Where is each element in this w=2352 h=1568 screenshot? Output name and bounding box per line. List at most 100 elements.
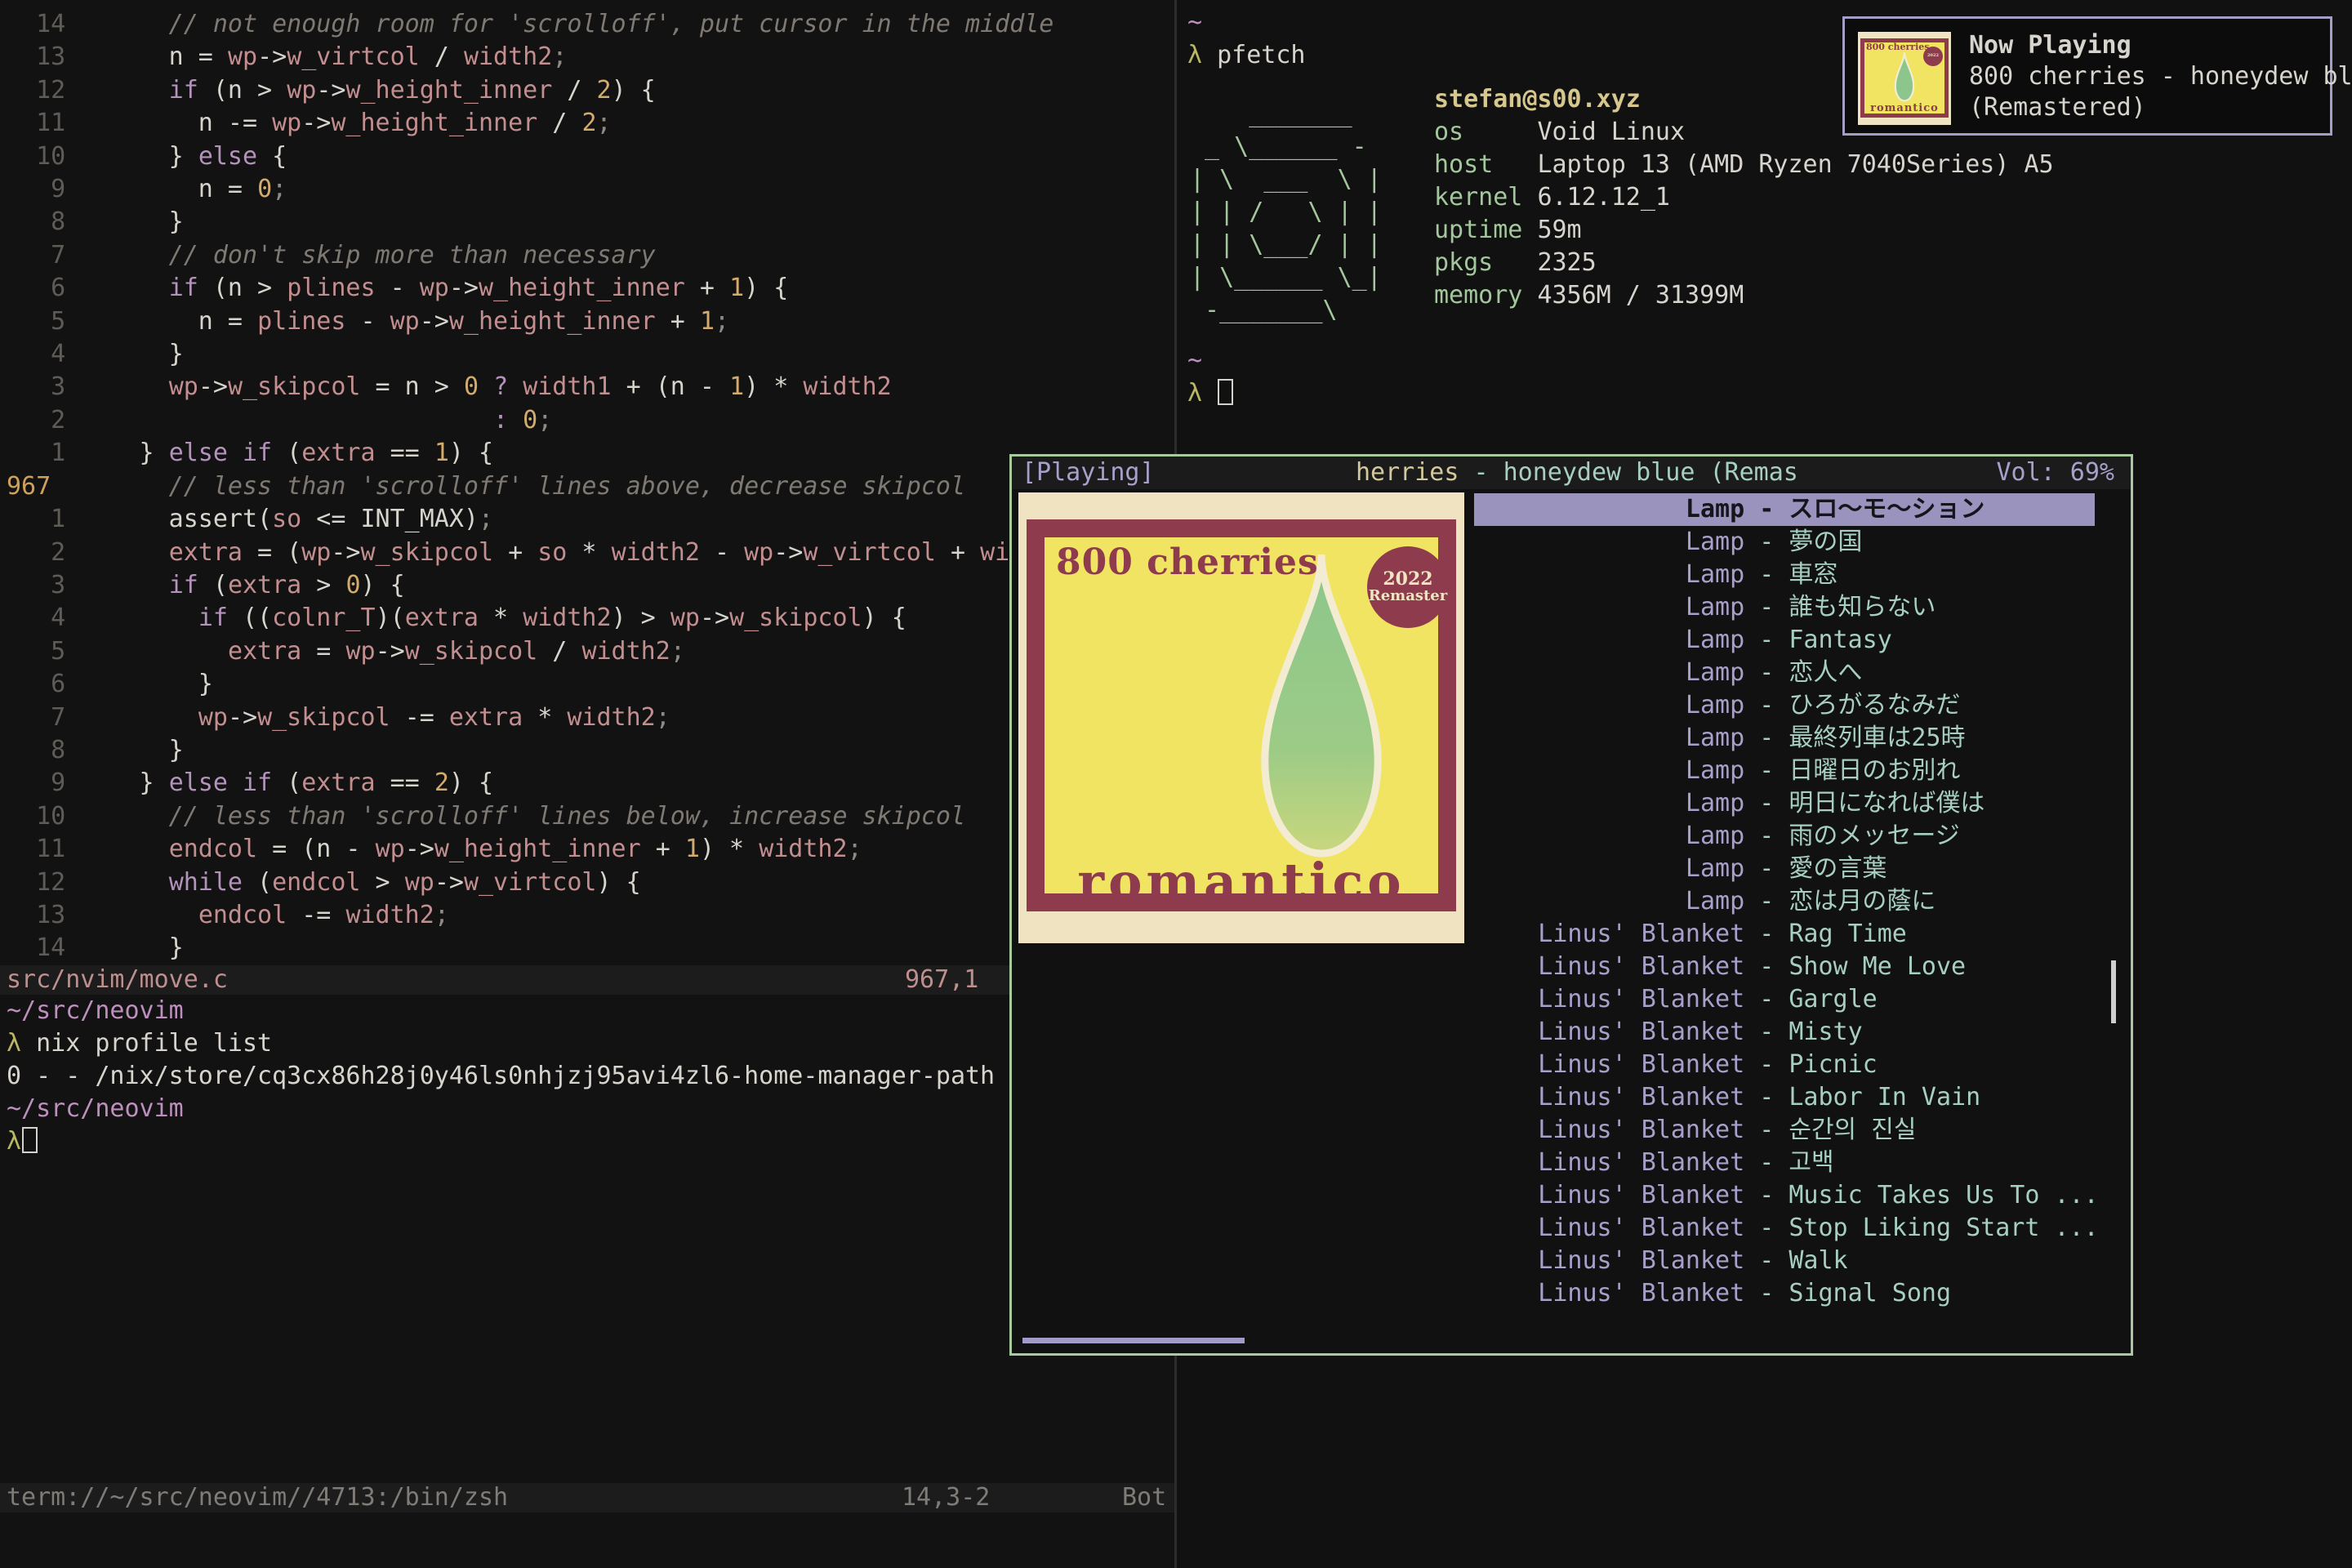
player-progress-bar[interactable] xyxy=(1022,1338,1245,1343)
pfetch-info-row: kernel 6.12.12_1 xyxy=(1434,181,2054,214)
playlist-row[interactable]: Linus' Blanket - 순간의 진실 xyxy=(1464,1114,2099,1147)
teardrop-icon xyxy=(1891,51,1918,102)
terminal-line[interactable]: λ xyxy=(7,1125,995,1158)
playlist-row[interactable]: Lamp - 誰も知らない xyxy=(1464,591,2099,624)
playlist-row[interactable]: Lamp - 車窓 xyxy=(1464,559,2099,591)
terminal-statusline: term://~/src/neovim//4713:/bin/zsh 14,3-… xyxy=(0,1483,1174,1512)
line-number: 10 xyxy=(7,802,80,831)
pfetch-info-row: pkgs 2325 xyxy=(1434,247,2054,279)
playlist-row[interactable]: Lamp - 日曜日のお別れ xyxy=(1464,755,2099,787)
code-line: 5 extra = wp->w_skipcol / width2; xyxy=(7,635,1054,668)
line-number: 1 xyxy=(7,439,80,467)
pfetch-command: pfetch xyxy=(1217,41,1305,69)
line-number: 9 xyxy=(7,768,80,797)
line-number: 8 xyxy=(7,207,80,236)
code-line: 6 if (n > plines - wp->w_height_inner + … xyxy=(7,272,1054,305)
code-line: 14 // not enough room for 'scrolloff', p… xyxy=(7,8,1054,41)
playlist-row[interactable]: Lamp - 夢の国 xyxy=(1464,526,2099,559)
prompt-lambda: λ xyxy=(1187,379,1202,408)
pfetch-info-row: host Laptop 13 (AMD Ryzen 7040Series) A5 xyxy=(1434,149,2054,181)
playlist-scrollbar[interactable] xyxy=(2111,960,2116,1023)
playlist-row[interactable]: Lamp - 恋人へ xyxy=(1464,657,2099,689)
playlist-row[interactable]: Lamp - 愛の言葉 xyxy=(1464,853,2099,885)
album-art: 800 cherries 2022 Remaster romantico xyxy=(1018,492,1464,943)
playlist-row[interactable]: Lamp - ひろがるなみだ xyxy=(1464,689,2099,722)
code-line: 9 n = 0; xyxy=(7,173,1054,206)
statusline-cursor-position: 967,1 xyxy=(905,965,978,995)
playlist-row[interactable]: Lamp - 恋は月の蔭に xyxy=(1464,885,2099,918)
teardrop-graphic xyxy=(1236,550,1407,860)
code-line: 12 while (endcol > wp->w_virtcol) { xyxy=(7,866,1054,899)
line-number: 4 xyxy=(7,340,80,368)
playlist-row[interactable]: Linus' Blanket - Stop Liking Start ... xyxy=(1464,1212,2099,1245)
player-titlebar: [Playing] herries - honeydew blue (Remas… xyxy=(1012,457,2131,489)
terminal-scroll-indicator: Bot xyxy=(1122,1483,1166,1512)
playlist-row[interactable]: Lamp - 雨のメッセージ xyxy=(1464,820,2099,853)
playlist-row[interactable]: Linus' Blanket - Labor In Vain xyxy=(1464,1081,2099,1114)
player-state-badge: [Playing] xyxy=(1022,457,1155,489)
line-number: 5 xyxy=(7,637,80,666)
code-line: 11 n -= wp->w_height_inner / 2; xyxy=(7,107,1054,140)
terminal-buffer-name: term://~/src/neovim//4713:/bin/zsh xyxy=(7,1483,508,1512)
playlist-row[interactable]: Linus' Blanket - Picnic xyxy=(1464,1049,2099,1081)
playlist-row[interactable]: Linus' Blanket - Music Takes Us To ... xyxy=(1464,1179,2099,1212)
terminal-line: ~/src/neovim xyxy=(7,995,995,1027)
line-number: 2 xyxy=(7,406,80,434)
code-line: 967 // less than 'scrolloff' lines above… xyxy=(7,470,1054,503)
code-line: 5 n = plines - wp->w_height_inner + 1; xyxy=(7,305,1054,338)
code-buffer[interactable]: 14 // not enough room for 'scrolloff', p… xyxy=(7,8,1054,965)
line-number: 6 xyxy=(7,670,80,698)
playlist-row[interactable]: Lamp - 最終列車は25時 xyxy=(1464,722,2099,755)
playlist-row[interactable]: Lamp - Fantasy xyxy=(1464,624,2099,657)
line-number: 3 xyxy=(7,571,80,599)
desktop: { "colors": { "background": "#131212", "… xyxy=(0,0,2352,1568)
line-number: 10 xyxy=(7,142,80,171)
shell-tilde: ~ xyxy=(1187,346,1202,375)
playlist-row[interactable]: Linus' Blanket - Walk xyxy=(1464,1245,2099,1277)
prompt-lambda: λ xyxy=(1187,41,1202,69)
playlist-row[interactable]: Linus' Blanket - Misty xyxy=(1464,1016,2099,1049)
player-track-title: herries - honeydew blue (Remas xyxy=(1356,457,1798,489)
notification-track: 800 cherries - honeydew blue xyxy=(1969,61,2352,92)
playlist-row[interactable]: Linus' Blanket - 고백 xyxy=(1464,1147,2099,1179)
line-number: 8 xyxy=(7,736,80,764)
playlist-row[interactable]: Linus' Blanket - Signal Song xyxy=(1464,1277,2099,1310)
code-line: 7 wp->w_skipcol -= extra * width2; xyxy=(7,702,1054,734)
album-thumbnail: 800 cherries 2022 romantico xyxy=(1858,32,1951,125)
playlist-row[interactable]: Linus' Blanket - Gargle xyxy=(1464,983,2099,1016)
remaster-badge: 2022 xyxy=(1923,47,1943,66)
code-line: 8 } xyxy=(7,206,1054,238)
line-number: 2 xyxy=(7,538,80,567)
line-number: 11 xyxy=(7,109,80,137)
terminal-output[interactable]: ~/src/neovimλ nix profile list0 - - /nix… xyxy=(7,995,995,1158)
playlist-row-current[interactable]: Lamp - スロ〜モ〜ション xyxy=(1464,493,2099,526)
music-player-window: [Playing] herries - honeydew blue (Remas… xyxy=(1009,454,2133,1356)
line-number: 3 xyxy=(7,372,80,401)
code-line: 13 n = wp->w_virtcol / width2; xyxy=(7,41,1054,74)
playlist-row[interactable]: Lamp - 明日になれば僕は xyxy=(1464,787,2099,820)
shell-prompt[interactable]: λ xyxy=(1187,379,1233,408)
line-number: 5 xyxy=(7,307,80,336)
album-title-text: romantico xyxy=(1045,852,1438,911)
line-number: 12 xyxy=(7,76,80,105)
terminal-line: 0 - - /nix/store/cq3cx86h28j0y46ls0nhjzj… xyxy=(7,1060,995,1093)
terminal-cursor xyxy=(1218,379,1233,405)
terminal-cursor-position: 14,3-2 xyxy=(902,1483,990,1512)
line-number: 13 xyxy=(7,42,80,71)
code-line: 4 } xyxy=(7,338,1054,371)
playlist-row[interactable]: Linus' Blanket - Rag Time xyxy=(1464,918,2099,951)
code-line: 4 if ((colnr_T)(extra * width2) > wp->w_… xyxy=(7,602,1054,635)
notification-track-suffix: (Remastered) xyxy=(1969,92,2146,123)
statusline-filename: src/nvim/move.c xyxy=(7,965,228,995)
code-line: 3 if (extra > 0) { xyxy=(7,569,1054,602)
playlist[interactable]: Lamp - スロ〜モ〜ション Lamp - 夢の国 Lamp - 車窓 Lam… xyxy=(1464,493,2099,1310)
code-line: 1 assert(so <= INT_MAX); xyxy=(7,503,1054,536)
code-line: 11 endcol = (n - wp->w_height_inner + 1)… xyxy=(7,833,1054,866)
line-number: 11 xyxy=(7,835,80,863)
pfetch-info-row: memory 4356M / 31399M xyxy=(1434,279,2054,312)
pfetch-info-row: uptime 59m xyxy=(1434,214,2054,247)
now-playing-notification[interactable]: 800 cherries 2022 romantico Now Playing … xyxy=(1842,16,2332,136)
playlist-row[interactable]: Linus' Blanket - Show Me Love xyxy=(1464,951,2099,983)
line-number: 12 xyxy=(7,868,80,897)
line-number: 14 xyxy=(7,10,80,38)
